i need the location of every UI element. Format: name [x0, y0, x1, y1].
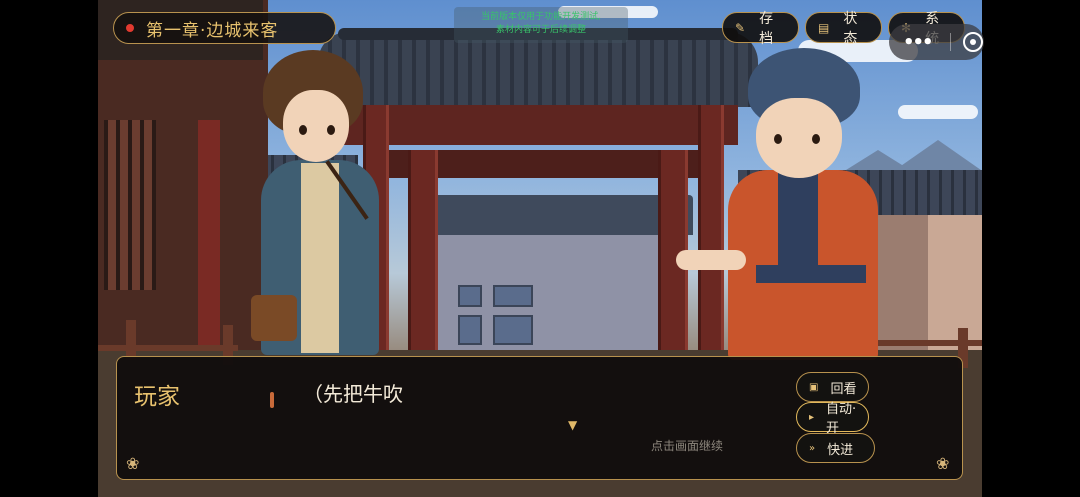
status-label: 状态	[843, 10, 858, 47]
scroll-icon: ▤	[818, 20, 830, 35]
face	[756, 98, 842, 178]
chapter-banner: 第一章·边城来客	[113, 12, 336, 44]
chevron-down-icon: ▼	[568, 418, 578, 432]
face	[283, 90, 349, 162]
eye	[812, 134, 820, 144]
gate-pillar	[408, 150, 438, 355]
speaker-name: 玩家	[134, 384, 180, 410]
notice-line: 素材内容可于后续调整	[495, 25, 586, 35]
notice-line: 当前版本仅用于功能开发测试,	[481, 12, 601, 22]
character-scholar	[251, 45, 393, 355]
record-dot-icon	[126, 24, 134, 32]
lattice-window	[104, 120, 156, 290]
continue-hint: 点击画面继续	[651, 439, 724, 453]
more-icon[interactable]: •••	[903, 32, 933, 53]
eye	[327, 125, 335, 135]
distant-window	[493, 315, 533, 345]
corner-ornament-icon: ❀	[936, 454, 950, 473]
backlog-label: 回看	[830, 381, 857, 397]
status-button[interactable]: ▤ 状态	[805, 11, 882, 47]
distant-window	[458, 315, 482, 345]
play-icon: ▸	[809, 411, 815, 423]
book-icon: ▣	[809, 381, 819, 393]
robe-inner	[301, 163, 339, 353]
character-headscarf	[676, 40, 888, 360]
fence-rail	[98, 345, 238, 351]
save-label: 存档	[759, 10, 774, 47]
auto-toggle-button[interactable]: ▸ 自动·开	[796, 402, 869, 436]
cloud	[898, 105, 978, 119]
close-target-icon[interactable]	[962, 32, 983, 52]
auto-label: 自动·开	[826, 402, 857, 436]
fast-forward-button[interactable]: » 快进	[796, 433, 875, 463]
tassel-icon	[270, 392, 274, 408]
gate-beam	[338, 105, 738, 145]
fast-forward-icon: »	[809, 442, 816, 454]
distant-window	[458, 285, 482, 307]
miniprogram-capsule[interactable]: •••	[889, 24, 984, 60]
left-pillar	[198, 120, 220, 360]
distant-roof	[428, 195, 693, 235]
eye	[774, 134, 782, 144]
fast-forward-label: 快进	[827, 442, 854, 458]
save-icon: ✎	[735, 20, 746, 35]
fence-post	[126, 320, 136, 360]
sash	[756, 265, 866, 283]
arm	[676, 250, 746, 270]
chapter-title: 第一章·边城来客	[146, 20, 279, 41]
corner-ornament-icon: ❀	[126, 454, 140, 473]
save-button[interactable]: ✎ 存档	[722, 11, 799, 47]
dialogue-text: （先把牛吹	[303, 382, 403, 406]
distant-window	[493, 285, 533, 307]
capsule-divider	[949, 33, 951, 51]
eye	[299, 125, 307, 135]
dev-notice: 当前版本仅用于功能开发测试, 素材内容可于后续调整	[454, 7, 628, 43]
satchel	[251, 295, 297, 341]
